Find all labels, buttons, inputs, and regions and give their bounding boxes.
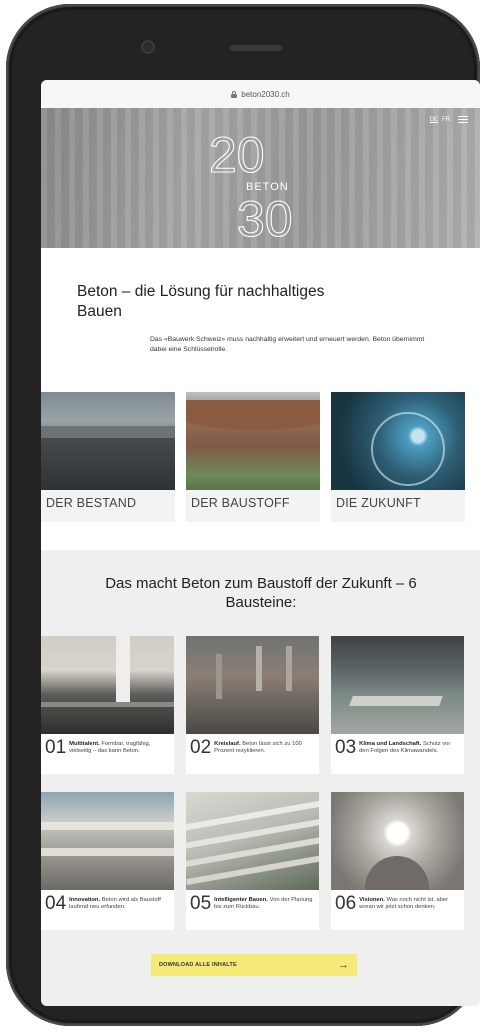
- language-switcher: DE FR: [430, 117, 450, 123]
- hero-banner: DE FR 20 BETON 30: [41, 108, 480, 248]
- logo-top-digits: 20: [209, 127, 265, 183]
- card-heading: Intelligenter Bauen.: [214, 897, 268, 903]
- card-image: [186, 792, 319, 890]
- building-block-card-04[interactable]: 04 Innovation. Beton wird als Baustoff l…: [41, 792, 174, 930]
- card-image: [41, 636, 174, 734]
- category-card-zukunft[interactable]: DIE ZUKUNFT: [331, 392, 465, 522]
- card-number: 06: [335, 893, 357, 914]
- category-label: DER BAUSTOFF: [191, 496, 290, 510]
- card-heading: Multitalent.: [69, 741, 100, 747]
- building-block-card-01[interactable]: 01 Multitalent. Formbar, tragfähig, viel…: [41, 636, 174, 774]
- card-caption: 04 Innovation. Beton wird als Baustoff l…: [41, 890, 174, 913]
- lang-de[interactable]: DE: [430, 117, 438, 123]
- card-number: 05: [190, 893, 212, 914]
- lang-fr[interactable]: FR: [442, 117, 450, 123]
- card-image: [41, 792, 174, 890]
- card-caption: 05 Intelligenter Bauen. Von der Planung …: [186, 890, 319, 913]
- section-title: Das macht Beton zum Baustoff der Zukunft…: [105, 575, 417, 611]
- phone-frame: beton2030.ch DE FR 20 BETON 30 Beton – d…: [6, 4, 480, 1026]
- card-text: Intelligenter Bauen. Von der Planung bis…: [214, 894, 315, 911]
- front-camera: [141, 40, 155, 54]
- category-card-baustoff[interactable]: DER BAUSTOFF: [186, 392, 320, 522]
- card-text: Klima und Landschaft. Schutz vor den Fol…: [359, 738, 460, 755]
- download-all-button[interactable]: DOWNLOAD ALLE INHALTE →: [151, 954, 357, 976]
- building-block-card-06[interactable]: 06 Visionen. Was noch nicht ist, aber wo…: [331, 792, 464, 930]
- category-image: [41, 392, 175, 490]
- download-label: DOWNLOAD ALLE INHALTE: [159, 962, 237, 968]
- category-label: DIE ZUKUNFT: [336, 496, 421, 510]
- card-text: Kreislauf. Beton lässt sich zu 100 Proze…: [214, 738, 315, 755]
- category-label: DER BESTAND: [46, 496, 137, 510]
- card-heading: Kreislauf.: [214, 741, 241, 747]
- card-number: 02: [190, 737, 212, 758]
- building-block-card-02[interactable]: 02 Kreislauf. Beton lässt sich zu 100 Pr…: [186, 636, 319, 774]
- card-number: 04: [45, 893, 67, 914]
- intro-text: Das «Bauwerk Schweiz» muss nachhaltig er…: [150, 336, 425, 353]
- hero-controls: DE FR: [430, 116, 468, 123]
- card-caption: 02 Kreislauf. Beton lässt sich zu 100 Pr…: [186, 734, 319, 757]
- building-block-card-03[interactable]: 03 Klima und Landschaft. Schutz vor den …: [331, 636, 464, 774]
- card-image: [331, 792, 464, 890]
- card-caption: 06 Visionen. Was noch nicht ist, aber wo…: [331, 890, 464, 913]
- intro-title: Beton – die Lösung für nachhaltiges Baue…: [77, 283, 325, 320]
- card-text: Multitalent. Formbar, tragfähig, vielsei…: [69, 738, 170, 755]
- card-heading: Visionen.: [359, 897, 385, 903]
- logo-bottom-digits: 30: [237, 191, 293, 242]
- arrow-right-icon: →: [338, 958, 349, 971]
- card-text: Innovation. Beton wird als Baustoff lauf…: [69, 894, 170, 911]
- category-card-bestand[interactable]: DER BESTAND: [41, 392, 175, 522]
- url-text: beton2030.ch: [241, 89, 290, 99]
- card-caption: 03 Klima und Landschaft. Schutz vor den …: [331, 734, 464, 757]
- category-image: [186, 392, 320, 490]
- beton-2030-logo[interactable]: 20 BETON 30: [201, 120, 307, 242]
- hamburger-menu-icon[interactable]: [458, 116, 468, 123]
- card-heading: Klima und Landschaft.: [359, 741, 422, 747]
- category-image: [331, 392, 465, 490]
- card-caption: 01 Multitalent. Formbar, tragfähig, viel…: [41, 734, 174, 757]
- earpiece-speaker: [230, 45, 282, 51]
- building-block-card-05[interactable]: 05 Intelligenter Bauen. Von der Planung …: [186, 792, 319, 930]
- card-image: [331, 636, 464, 734]
- browser-screen: beton2030.ch DE FR 20 BETON 30 Beton – d…: [41, 80, 480, 1006]
- address-bar[interactable]: beton2030.ch: [41, 80, 480, 108]
- card-text: Visionen. Was noch nicht ist, aber woran…: [359, 894, 460, 911]
- card-heading: Innovation.: [69, 897, 101, 903]
- card-number: 01: [45, 737, 67, 758]
- lock-icon: [231, 90, 238, 98]
- card-number: 03: [335, 737, 357, 758]
- building-blocks-section: [41, 550, 480, 1006]
- card-image: [186, 636, 319, 734]
